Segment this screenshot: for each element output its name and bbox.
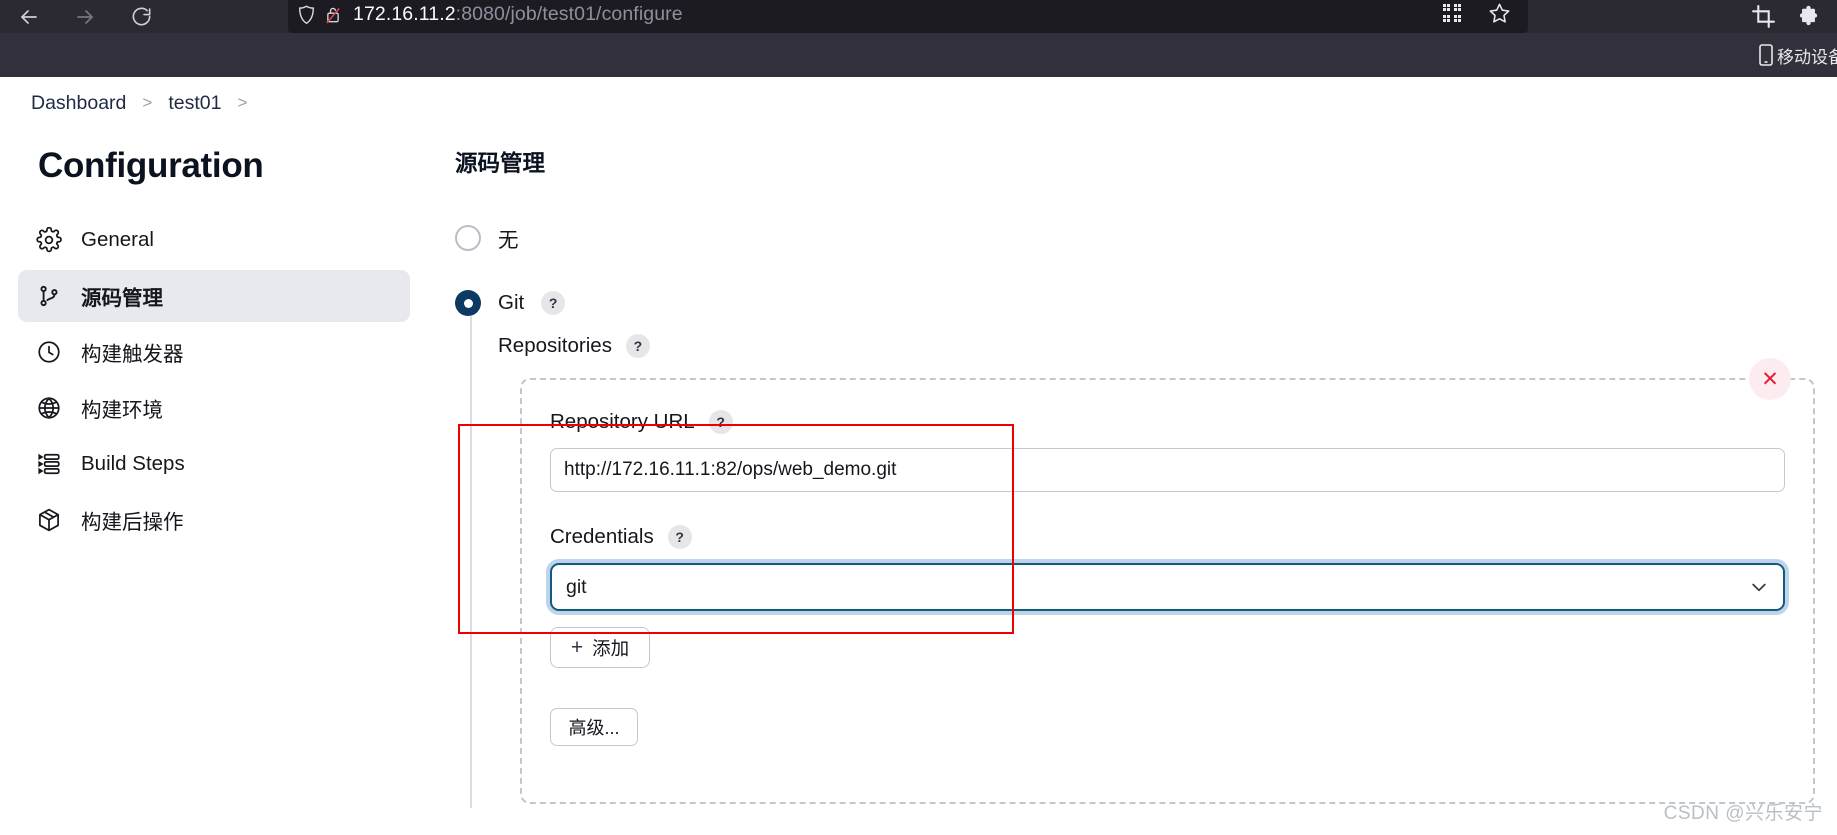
scm-option-none[interactable]: 无: [455, 223, 1837, 253]
reload-icon: [132, 7, 150, 26]
watermark: CSDN @兴乐安宁: [1663, 803, 1823, 824]
responsive-device-bar: 移动设备: [0, 33, 1837, 77]
add-credentials-label: 添加: [592, 637, 630, 659]
main-content: 源码管理 无 Git ? Repositories ? ✕ Repository…: [430, 128, 1837, 835]
sidebar-item-label-build-environment: 构建环境: [81, 399, 163, 422]
scm-git-block: Git ? Repositories ? ✕ Repository URL ?: [430, 290, 1837, 808]
repositories-label-row: Repositories ?: [498, 334, 1837, 358]
package-box-icon: [35, 506, 63, 534]
sidebar-item-post-build-actions[interactable]: 构建后操作: [18, 494, 410, 546]
credentials-select-value: git: [566, 575, 587, 598]
section-title-scm: 源码管理: [455, 151, 546, 176]
sidebar-item-build-steps[interactable]: Build Steps: [18, 438, 410, 490]
page-body: Configuration General 源码管理 构建触发器 构建环境 Bu…: [0, 128, 1837, 835]
forward-button[interactable]: [70, 2, 100, 32]
configuration-sidebar: Configuration General 源码管理 构建触发器 构建环境 Bu…: [0, 128, 430, 835]
browser-nav-buttons: [0, 0, 156, 33]
help-icon-credentials[interactable]: ?: [667, 525, 692, 549]
forward-arrow-icon: [77, 9, 93, 24]
tracking-protection-shield-icon[interactable]: [298, 5, 315, 25]
breadcrumb-item-test01[interactable]: test01: [154, 92, 235, 115]
add-credentials-button[interactable]: + 添加: [550, 627, 650, 668]
address-bar-icons: [298, 5, 341, 27]
browser-toolbar-right: [1751, 0, 1837, 33]
sidebar-item-label-build-triggers: 构建触发器: [81, 343, 184, 366]
chevron-down-icon: [1752, 583, 1766, 592]
sidebar-item-label-build-steps: Build Steps: [81, 452, 185, 475]
repository-url-label: Repository URL: [550, 410, 695, 433]
sidebar-item-label-general: General: [81, 228, 154, 251]
credentials-select[interactable]: git: [550, 563, 1785, 611]
clock-icon: [35, 338, 63, 366]
help-icon-repositories[interactable]: ?: [625, 334, 650, 358]
list-steps-icon: [35, 450, 63, 478]
sidebar-item-general[interactable]: General: [18, 214, 410, 266]
back-arrow-icon: [21, 9, 37, 24]
repository-url-input[interactable]: [550, 448, 1785, 492]
help-icon-git[interactable]: ?: [541, 291, 566, 315]
breadcrumb-separator: >: [142, 93, 153, 112]
credentials-group: Credentials ? git + 添加: [550, 525, 1785, 668]
sidebar-item-build-environment[interactable]: 构建环境: [18, 382, 410, 434]
extension-icon[interactable]: [1796, 4, 1821, 29]
gear-icon: [35, 226, 63, 254]
credentials-label: Credentials: [550, 525, 654, 548]
sidebar-item-build-triggers[interactable]: 构建触发器: [18, 326, 410, 378]
star-bookmark-icon[interactable]: [1487, 1, 1512, 26]
sidebar-nav: General 源码管理 构建触发器 构建环境 Build Steps 构建后操…: [0, 214, 430, 546]
browser-chrome: 172.16.11.2:8080/job/test01/configure: [0, 0, 1837, 33]
breadcrumb-item-dashboard[interactable]: Dashboard: [17, 92, 140, 115]
delete-repository-button[interactable]: ✕: [1749, 358, 1791, 400]
address-bar-actions: [1441, 1, 1518, 27]
radio-git-label: Git: [498, 291, 525, 314]
globe-icon: [35, 394, 63, 422]
back-button[interactable]: [14, 2, 44, 32]
page-title: Configuration: [38, 146, 264, 185]
device-mode-text: 移动设备: [1777, 47, 1837, 67]
url-host: 172.16.11.2: [353, 3, 456, 25]
screenshot-crop-icon[interactable]: [1751, 4, 1776, 29]
advanced-button[interactable]: 高级...: [550, 708, 638, 746]
radio-git[interactable]: [455, 290, 481, 316]
reload-button[interactable]: [126, 2, 156, 32]
qr-code-icon[interactable]: [1441, 2, 1465, 26]
sidebar-item-scm[interactable]: 源码管理: [18, 270, 410, 322]
scm-option-git[interactable]: Git ?: [455, 290, 1837, 316]
mobile-phone-icon: [1759, 44, 1773, 66]
git-settings: Repositories ? ✕ Repository URL ? http:/…: [470, 316, 1837, 808]
git-branch-icon: [35, 282, 63, 310]
breadcrumb-separator-2: >: [237, 93, 248, 112]
address-bar[interactable]: 172.16.11.2:8080/job/test01/configure: [288, 0, 1528, 33]
device-mode-label[interactable]: 移动设备: [1759, 43, 1837, 68]
sidebar-item-label-scm: 源码管理: [81, 287, 163, 310]
url-path: :8080/job/test01/configure: [455, 3, 683, 25]
address-bar-url[interactable]: 172.16.11.2:8080/job/test01/configure: [353, 3, 683, 27]
breadcrumb: Dashboard > test01 >: [0, 78, 1837, 128]
plus-icon: +: [570, 636, 584, 659]
broken-lock-icon[interactable]: [325, 5, 341, 25]
repository-panel: ✕ Repository URL ? Credentials ?: [520, 358, 1815, 804]
help-icon-repository-url[interactable]: ?: [708, 410, 733, 434]
radio-none[interactable]: [455, 225, 481, 251]
repository-url-label-row: Repository URL ?: [550, 410, 1785, 434]
sidebar-item-label-post-build-actions: 构建后操作: [81, 511, 184, 534]
credentials-label-row: Credentials ?: [550, 525, 1785, 549]
repositories-label: Repositories: [498, 334, 612, 357]
radio-none-label: 无: [498, 229, 519, 252]
repository-url-group: Repository URL ?: [550, 410, 1785, 492]
